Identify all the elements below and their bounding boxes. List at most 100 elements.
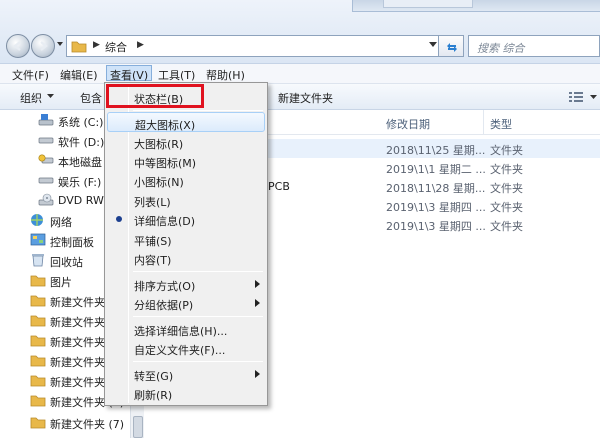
drive-icon — [38, 137, 54, 144]
nav-item-label: 控制面板 — [50, 236, 94, 249]
folder-icon — [30, 395, 46, 407]
folder-icon — [30, 375, 46, 387]
annotation-highlight-box — [106, 84, 204, 108]
submenu-arrow-icon — [255, 280, 260, 288]
menu-item-details[interactable]: 详细信息(D) — [107, 209, 265, 229]
menu-item-label: 选择详细信息(H)... — [134, 325, 228, 338]
folder-icon — [30, 295, 46, 307]
nav-scrollbar-thumb[interactable] — [133, 416, 143, 438]
view-options-icon[interactable] — [568, 90, 584, 104]
back-arrow-icon — [13, 41, 21, 51]
file-modified: 2019\1\3 星期四 ... — [386, 201, 486, 214]
view-options-caret-icon[interactable] — [590, 95, 597, 100]
file-modified: 2018\11\25 星期... — [386, 144, 486, 157]
folder-icon — [71, 41, 87, 53]
menu-item-label: 自定义文件夹(F)... — [134, 344, 226, 357]
menu-separator — [133, 316, 263, 317]
folder-icon — [30, 417, 46, 429]
nav-item-label: 新建文件夹 — [50, 296, 105, 309]
submenu-arrow-icon — [255, 370, 260, 378]
nav-item-label: 娱乐 (F:) — [58, 176, 102, 189]
nav-item-label: 本地磁盘 — [58, 156, 102, 169]
forward-button[interactable] — [31, 34, 55, 58]
menu-item-label: 超大图标(X) — [135, 119, 196, 132]
menu-item-small-icons[interactable]: 小图标(N) — [107, 170, 265, 190]
column-header-label: 修改日期 — [386, 118, 430, 131]
column-header-type[interactable]: 类型 — [484, 110, 600, 134]
recycle-bin-icon — [32, 254, 44, 267]
search-placeholder: 搜索 综合 — [477, 42, 525, 55]
menu-separator — [133, 110, 263, 111]
menu-item-go-to[interactable]: 转至(G) — [107, 364, 265, 384]
refresh-button[interactable] — [438, 35, 464, 57]
file-name: PCB — [268, 180, 290, 193]
forward-arrow-icon — [40, 41, 48, 51]
selected-bullet-icon — [116, 216, 122, 222]
nav-item-label: 软件 (D:) — [58, 136, 105, 149]
recent-pages-dropdown-icon[interactable] — [56, 40, 64, 48]
column-header-modified[interactable]: 修改日期 — [380, 110, 484, 134]
menu-item-customize-folder[interactable]: 自定义文件夹(F)... — [107, 338, 265, 358]
menu-tools[interactable]: 工具(T) — [154, 66, 199, 82]
breadcrumb-separator-icon[interactable]: ▶ — [137, 40, 144, 50]
menu-item-content[interactable]: 内容(T) — [107, 248, 265, 268]
nav-item-label: 新建文件夹 — [50, 356, 105, 369]
nav-item-folder-7[interactable]: 新建文件夹 (7) — [0, 412, 130, 432]
nav-item-label: 网络 — [50, 216, 72, 229]
nav-item-label: DVD RW — [58, 194, 104, 207]
breadcrumb-current-folder[interactable]: 综合 — [105, 39, 127, 55]
menu-item-choose-details[interactable]: 选择详细信息(H)... — [107, 319, 265, 339]
file-type: 文件夹 — [490, 144, 523, 157]
include-in-library-button[interactable]: 包含 — [80, 90, 102, 106]
back-button[interactable] — [6, 34, 30, 58]
file-type: 文件夹 — [490, 182, 523, 195]
menu-help[interactable]: 帮助(H) — [202, 66, 249, 82]
folder-icon — [30, 355, 46, 367]
menu-item-sort-by[interactable]: 排序方式(O) — [107, 274, 265, 294]
file-type: 文件夹 — [490, 163, 523, 176]
address-input[interactable]: ▶ 综合 ▶ — [66, 35, 464, 57]
search-input[interactable]: 搜索 综合 — [468, 35, 600, 57]
menu-item-group-by[interactable]: 分组依据(P) — [107, 293, 265, 313]
nav-item-label: 新建文件夹 — [50, 316, 105, 329]
breadcrumb-separator-icon[interactable]: ▶ — [93, 40, 100, 50]
menu-item-label: 转至(G) — [134, 370, 174, 383]
menu-item-large-icons[interactable]: 大图标(R) — [107, 132, 265, 152]
file-modified: 2019\1\3 星期四 ... — [386, 220, 486, 233]
menu-item-list[interactable]: 列表(L) — [107, 190, 265, 210]
address-dropdown-icon[interactable] — [429, 42, 437, 48]
drive-local-icon — [38, 154, 54, 164]
menu-separator — [133, 361, 263, 362]
network-icon — [31, 214, 43, 226]
menu-item-refresh[interactable]: 刷新(R) — [107, 383, 265, 403]
nav-item-label: 新建文件夹 — [50, 336, 105, 349]
submenu-arrow-icon — [255, 299, 260, 307]
menu-item-label: 刷新(R) — [134, 389, 173, 402]
drive-icon — [38, 177, 54, 184]
folder-icon — [30, 335, 46, 347]
folder-icon — [30, 315, 46, 327]
file-modified: 2019\1\1 星期二 ... — [386, 163, 486, 176]
menu-file[interactable]: 文件(F) — [8, 66, 53, 82]
organize-button[interactable]: 组织 — [20, 90, 42, 106]
dvd-drive-icon — [38, 193, 54, 206]
menu-item-tiles[interactable]: 平铺(S) — [107, 229, 265, 249]
new-folder-button[interactable]: 新建文件夹 — [278, 90, 333, 106]
menu-item-label: 平铺(S) — [134, 235, 172, 248]
menu-bar: 文件(F) 编辑(E) 查看(V) 工具(T) 帮助(H) — [0, 64, 600, 84]
file-type: 文件夹 — [490, 201, 523, 214]
nav-item-label: 新建文件夹 — [50, 376, 105, 389]
menu-separator — [133, 271, 263, 272]
menu-item-medium-icons[interactable]: 中等图标(M) — [107, 151, 265, 171]
menu-item-label: 小图标(N) — [134, 176, 184, 189]
menu-view[interactable]: 查看(V) — [106, 65, 153, 82]
nav-item-label: 图片 — [50, 276, 72, 289]
drive-system-icon — [38, 114, 54, 126]
menu-edit[interactable]: 编辑(E) — [56, 66, 102, 82]
menu-item-label: 详细信息(D) — [134, 215, 196, 228]
menu-item-label: 分组依据(P) — [134, 299, 194, 312]
menu-item-extra-large-icons[interactable]: 超大图标(X) — [107, 112, 265, 132]
nav-item-label: 回收站 — [50, 256, 83, 269]
menu-item-label: 大图标(R) — [134, 138, 184, 151]
column-header-label: 类型 — [490, 118, 512, 131]
